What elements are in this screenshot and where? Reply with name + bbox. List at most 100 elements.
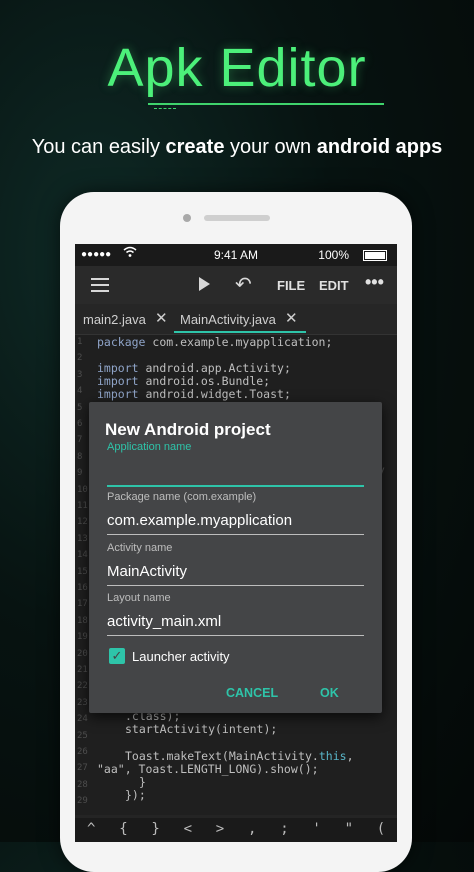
line-number: 21 [77,665,88,675]
tagline-bold: create [165,136,225,158]
line-number: 16 [77,583,88,593]
hamburger-menu-icon[interactable] [91,278,109,292]
editor-toolbar: ↶ FILE EDIT ••• [75,266,397,304]
line-number: 14 [77,550,88,561]
title-underline [148,103,384,105]
line-number: 12 [77,517,88,528]
code-line: }); [125,788,146,802]
line-number: 3 [77,369,83,380]
tab-mainactivity-java[interactable]: MainActivity.java [180,312,276,327]
line-number: 28 [77,779,88,790]
promo-tagline: You can easily create your own android a… [0,136,474,159]
line-number: 7 [77,435,83,446]
line-number: 24 [77,714,88,725]
tagline-part: You can easily [31,136,166,158]
line-number: 4 [77,386,83,397]
line-number: 18 [77,615,88,626]
line-number: 13 [77,533,88,544]
line-number: 6 [77,419,83,429]
code-line: package com.example.myapplication; [97,335,332,349]
line-number: 17 [77,599,88,610]
code-text: , [346,749,354,763]
line-number: 26 [77,747,88,757]
code-keyword: package [97,335,146,349]
line-number: 2 [77,353,83,364]
new-project-dialog: New Android project Application name Pac… [89,402,382,713]
line-number: 5 [77,402,83,413]
line-number: 23 [77,697,88,708]
active-tab-indicator [174,331,306,333]
close-icon[interactable]: ✕ [155,309,168,327]
activity-name-label: Activity name [107,542,173,554]
symbol-key[interactable]: ' [312,821,320,837]
layout-name-label: Layout name [107,592,171,604]
camera-icon [183,214,191,222]
activity-name-value: MainActivity [107,563,188,580]
symbol-key[interactable]: , [248,821,256,837]
code-text: android.widget.Toast; [138,387,291,401]
code-line: import android.widget.Toast; [97,387,291,401]
line-number: 20 [77,648,88,659]
package-name-label: Package name (com.example) [107,491,257,503]
status-bar: ●●●●● 9:41 AM 100% [75,244,397,266]
speaker-grille [204,215,270,221]
tab-main2-java[interactable]: main2.java [83,312,146,327]
launcher-activity-label: Launcher activity [132,649,230,664]
file-tabs: main2.java ✕ MainActivity.java ✕ [75,304,397,335]
symbol-key[interactable]: > [216,821,224,837]
code-keyword: import [97,374,139,388]
code-line: import android.os.Bundle; [97,374,270,388]
tagline-bold: android apps [316,136,443,158]
file-menu-button[interactable]: FILE [277,278,305,293]
undo-icon[interactable]: ↶ [235,272,252,297]
line-number: 1 [77,337,83,347]
code-keyword: import [97,387,139,401]
code-text: android.app.Activity; [138,361,291,375]
run-play-icon[interactable] [199,277,210,291]
code-line: import android.app.Activity; [97,361,291,375]
symbol-key[interactable]: ^ [87,821,95,837]
line-number: 27 [77,763,88,774]
code-keyword: this [318,749,347,763]
code-text: android.os.Bundle; [138,374,271,388]
symbol-key[interactable]: ; [280,821,288,837]
line-number: 22 [77,681,88,692]
symbol-key-bar: ^ {} < >,; ' " ( [75,818,397,842]
code-line: Toast.makeText(MainActivity.this, [125,749,354,763]
app-name-field[interactable] [107,459,364,487]
title-dashes [154,108,176,110]
code-line: } [139,775,146,789]
layout-name-value: activity_main.xml [107,613,222,630]
cancel-button[interactable]: CANCEL [226,686,278,700]
line-number: 9 [77,468,83,479]
code-text: com.example.myapplication; [145,335,333,349]
battery-icon [363,250,387,261]
app-name-label: Application name [107,441,192,453]
code-line: "aa", Toast.LENGTH_LONG).show(); [97,762,319,776]
line-number: 8 [77,451,83,462]
symbol-key[interactable]: " [345,821,353,837]
code-line: startActivity(intent); [125,722,278,736]
dialog-title: New Android project [105,420,271,439]
launcher-activity-checkbox[interactable]: ✓ [109,648,125,664]
symbol-key[interactable]: { [119,821,127,837]
tagline-part: your own [224,136,317,158]
more-options-icon[interactable]: ••• [365,272,384,293]
layout-name-field[interactable]: activity_main.xml [107,609,364,636]
symbol-key[interactable]: < [184,821,192,837]
line-number: 19 [77,632,88,643]
code-keyword: import [97,361,139,375]
package-name-field[interactable]: com.example.myapplication [107,508,364,535]
symbol-key[interactable]: ( [377,821,385,837]
activity-name-field[interactable]: MainActivity [107,559,364,586]
line-number: 15 [77,566,88,577]
edit-menu-button[interactable]: EDIT [319,278,349,293]
battery-percent: 100% [318,248,349,262]
symbol-key[interactable]: } [151,821,159,837]
line-number: 10 [77,484,88,495]
line-number: 25 [77,730,88,741]
line-number: 11 [77,501,88,511]
ok-button[interactable]: OK [320,686,339,700]
promo-title: Apk Editor [107,38,367,98]
close-icon[interactable]: ✕ [285,309,298,327]
